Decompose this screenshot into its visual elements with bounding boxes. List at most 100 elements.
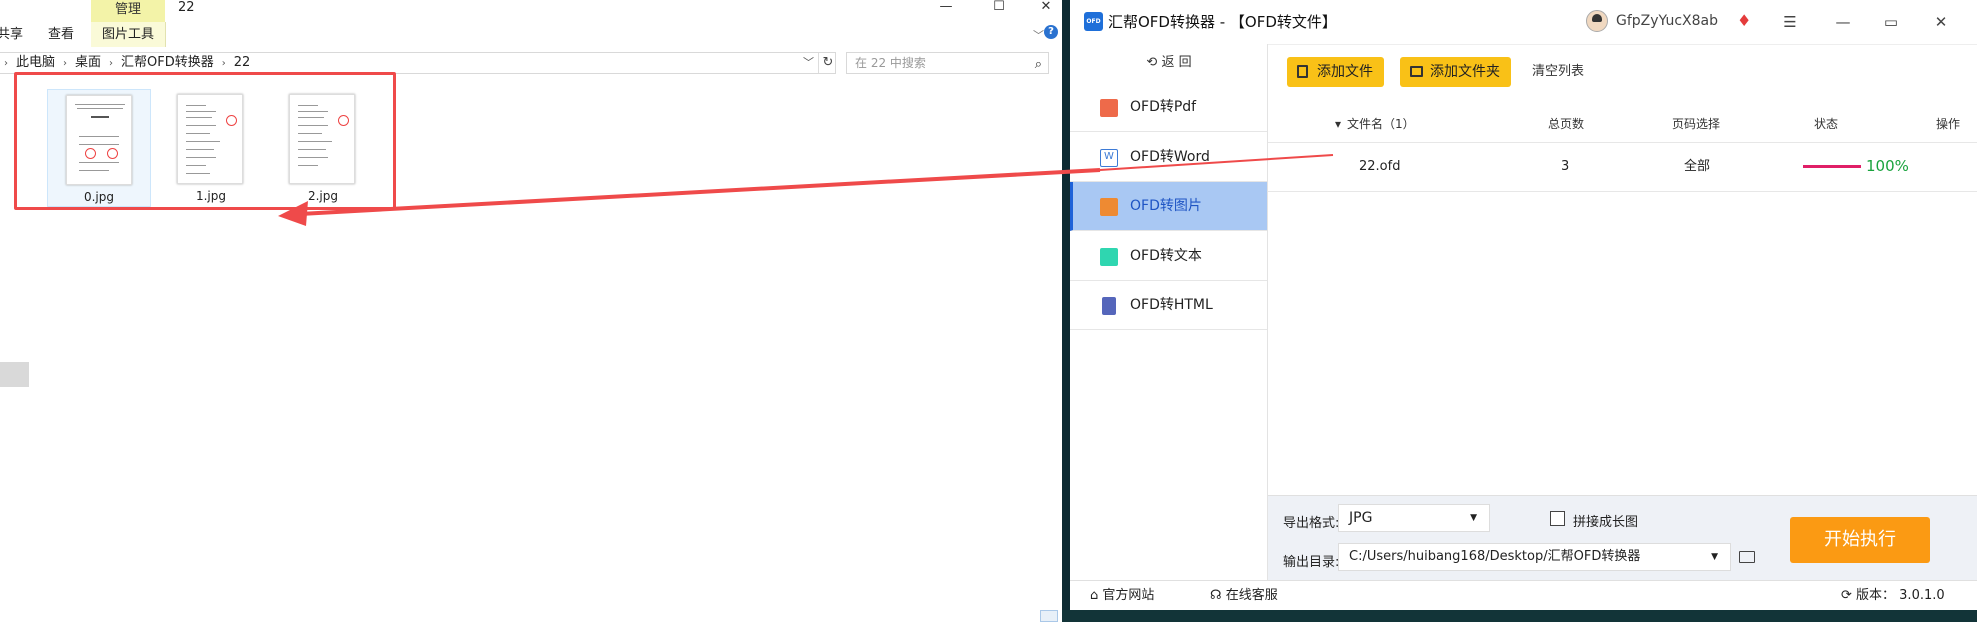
sort-arrow-icon[interactable]: ▾ (1335, 106, 1341, 142)
address-bar[interactable]: › 此电脑 › 桌面 › 汇帮OFD转换器 › 22 (0, 52, 836, 74)
explorer-close-button[interactable]: ✕ (1030, 0, 1062, 16)
progress-bar (1803, 165, 1861, 168)
file-thumbnail[interactable]: 2.jpg (271, 89, 375, 207)
resize-grip[interactable] (1040, 610, 1058, 622)
ribbon-manage-tab[interactable]: 管理 (91, 0, 165, 22)
sidebar-item-label: OFD转图片 (1130, 198, 1202, 214)
start-button[interactable]: 开始执行 (1790, 517, 1930, 563)
format-label: 导出格式: (1283, 516, 1340, 531)
column-header-status: 状态 (1814, 117, 1839, 131)
folder-plus-icon (1410, 66, 1423, 77)
file-thumbnail[interactable]: 1.jpg (159, 89, 263, 207)
row-page-select[interactable]: 全部 (1684, 142, 1710, 191)
add-folder-button[interactable]: 添加文件夹 (1400, 57, 1511, 87)
image-preview (177, 94, 243, 184)
ribbon-view-tab[interactable]: 查看 (48, 22, 74, 47)
format-select[interactable]: JPG ▼ (1338, 504, 1490, 532)
official-website-link[interactable]: ⌂ 官方网站 (1090, 581, 1154, 610)
sidebar-item-label: OFD转Word (1130, 149, 1210, 165)
breadcrumb-current-folder[interactable]: 22 (234, 53, 251, 73)
address-dropdown-icon[interactable]: ﹀ (803, 54, 814, 70)
refresh-icon[interactable]: ↻ (818, 53, 837, 73)
sidebar-item-ofd-to-html[interactable]: OFD转HTML (1070, 281, 1267, 330)
stitch-checkbox[interactable] (1550, 511, 1565, 526)
sidebar-item-label: OFD转HTML (1130, 297, 1213, 313)
chevron-right-icon: › (4, 58, 8, 69)
column-header-page-select: 页码选择 (1672, 117, 1721, 131)
file-explorer-window: 管理 图片工具 共享 查看 22 — ☐ ✕ ﹀ ? › 此电脑 › 桌面 › 汇帮OFD… (0, 0, 1062, 622)
image-preview (66, 95, 132, 185)
file-name: 1.jpg (195, 189, 227, 203)
home-icon: ⌂ (1090, 588, 1103, 603)
avatar[interactable] (1586, 10, 1608, 32)
breadcrumb-app-folder[interactable]: 汇帮OFD转换器 (121, 53, 214, 73)
pdf-icon (1100, 99, 1118, 117)
headset-icon: ☊ (1210, 588, 1226, 603)
file-icon (1297, 65, 1308, 78)
back-arrow-icon: ⟲ (1146, 55, 1162, 70)
status-bar: ⌂ 官方网站 ☊ 在线客服 ⟳ 版本： 3.0.1.0 (1070, 580, 1977, 610)
sidebar-item-label: OFD转文本 (1130, 248, 1202, 264)
explorer-window-title: 22 (178, 0, 195, 15)
version-label: 版本： 3.0.1.0 (1856, 588, 1945, 603)
chevron-right-icon: › (109, 58, 114, 69)
ribbon-expand-chevron-icon[interactable]: ﹀ (1033, 27, 1044, 43)
file-name: 2.jpg (307, 189, 339, 203)
add-folder-label: 添加文件夹 (1430, 64, 1500, 80)
back-label: 返 回 (1161, 55, 1192, 70)
chevron-right-icon: › (221, 58, 226, 69)
breadcrumb-desktop[interactable]: 桌面 (75, 53, 101, 73)
clear-list-button[interactable]: 清空列表 (1532, 57, 1584, 87)
explorer-minimize-button[interactable]: — (930, 0, 962, 16)
online-support-link[interactable]: ☊ 在线客服 (1210, 581, 1278, 610)
column-header-filename[interactable]: 文件名（1） (1347, 106, 1415, 142)
ribbon-picture-tools-tab[interactable]: 图片工具 (91, 22, 166, 47)
sidebar-item-ofd-to-text[interactable]: OFD转文本 (1070, 232, 1267, 281)
dropdown-arrow-icon: ▼ (1470, 513, 1477, 523)
support-label: 在线客服 (1225, 588, 1278, 603)
vip-diamond-icon[interactable]: ♦ (1737, 11, 1751, 30)
output-dir-label: 输出目录: (1283, 555, 1340, 570)
ribbon-share-tab[interactable]: 共享 (0, 22, 23, 47)
back-button[interactable]: ⟲ 返 回 (1070, 44, 1268, 82)
window-gap (1062, 0, 1070, 622)
app-title-bar: OFD 汇帮OFD转换器 - 【OFD转文件】 GfpZyYucX8ab ♦ ☰… (1070, 0, 1977, 45)
menu-icon[interactable]: ☰ (1777, 10, 1803, 34)
row-pages: 3 (1561, 159, 1570, 174)
row-status: 100% (1866, 157, 1909, 175)
app-title: 汇帮OFD转换器 - 【OFD转文件】 (1108, 13, 1337, 31)
sidebar-item-ofd-to-pdf[interactable]: OFD转Pdf (1070, 83, 1267, 132)
output-dir-value: C:/Users/huibang168/Desktop/汇帮OFD转换器 (1349, 549, 1641, 564)
sidebar-item-ofd-to-image[interactable]: OFD转图片 (1070, 182, 1267, 231)
search-placeholder: 在 22 中搜索 (855, 56, 926, 70)
navigation-pane-selected-item[interactable] (0, 362, 29, 387)
column-header-pages: 总页数 (1548, 117, 1585, 131)
row-filename: 22.ofd (1359, 159, 1401, 174)
output-dir-select[interactable]: C:/Users/huibang168/Desktop/汇帮OFD转换器 ▼ (1338, 543, 1731, 571)
app-logo-icon: OFD (1084, 12, 1103, 31)
open-folder-icon[interactable] (1739, 551, 1755, 563)
text-icon (1100, 248, 1118, 266)
breadcrumb-this-pc[interactable]: 此电脑 (16, 53, 55, 73)
image-icon (1100, 198, 1118, 216)
maximize-button[interactable]: ▭ (1878, 10, 1904, 34)
dropdown-arrow-icon: ▼ (1711, 552, 1718, 562)
file-thumbnail[interactable]: 0.jpg (47, 89, 151, 207)
close-button[interactable]: ✕ (1928, 10, 1954, 34)
html-icon (1102, 297, 1116, 315)
version-info[interactable]: ⟳ 版本： 3.0.1.0 (1841, 581, 1945, 610)
explorer-maximize-button[interactable]: ☐ (983, 0, 1015, 16)
stitch-label[interactable]: 拼接成长图 (1573, 511, 1638, 530)
chevron-right-icon: › (63, 58, 68, 69)
desktop-background (1062, 610, 1977, 622)
search-input[interactable]: 在 22 中搜索 ⌕ (846, 52, 1049, 74)
format-value: JPG (1349, 510, 1373, 526)
word-icon: W (1100, 149, 1118, 167)
add-file-button[interactable]: 添加文件 (1287, 57, 1384, 87)
minimize-button[interactable]: — (1830, 10, 1856, 34)
username[interactable]: GfpZyYucX8ab (1616, 13, 1718, 29)
file-table-header: ▾ 文件名（1） 总页数 页码选择 状态 操作 (1268, 106, 1977, 143)
help-icon[interactable]: ? (1044, 25, 1058, 39)
sidebar-item-ofd-to-word[interactable]: W OFD转Word (1070, 133, 1267, 182)
table-row[interactable]: 22.ofd 3 全部 100% (1268, 142, 1977, 192)
